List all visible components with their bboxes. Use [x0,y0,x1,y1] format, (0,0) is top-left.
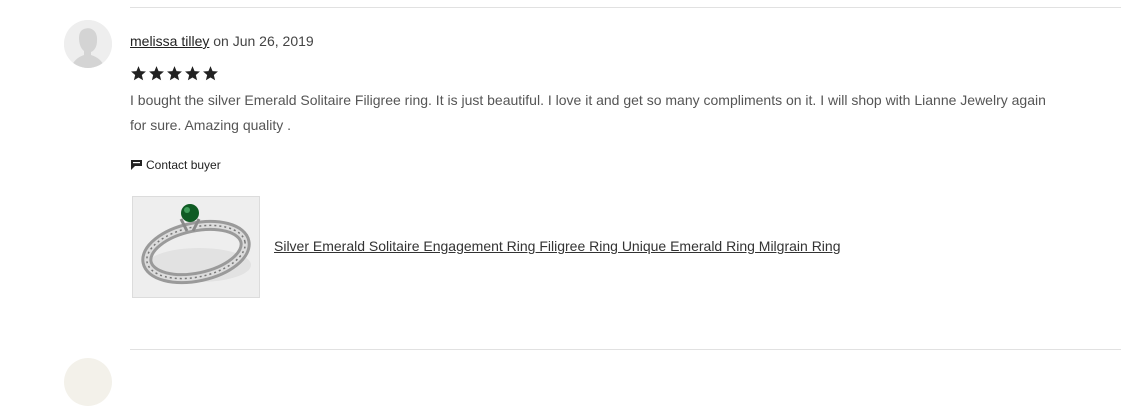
review-body: I bought the silver Emerald Solitaire Fi… [130,92,1046,133]
star-icon [185,66,200,81]
star-icon [167,66,182,81]
product-title-link[interactable]: Silver Emerald Solitaire Engagement Ring… [274,238,840,254]
ring-product-image [133,197,259,297]
next-reviewer-avatar[interactable] [64,358,112,406]
contact-buyer-link[interactable]: Contact buyer [130,158,221,172]
review-date-prefix: on [213,33,229,49]
review-meta: melissa tilley on Jun 26, 2019 [130,33,314,49]
star-icon [149,66,164,81]
product-thumbnail[interactable] [132,196,260,298]
reviewer-name-link[interactable]: melissa tilley [130,33,209,49]
star-icon [131,66,146,81]
review-divider-top [130,7,1121,8]
review-date: Jun 26, 2019 [232,33,314,49]
default-user-silhouette-icon [64,20,112,68]
review-divider-bottom [130,349,1121,350]
reviewer-avatar[interactable] [64,20,112,68]
contact-buyer-label: Contact buyer [146,158,221,172]
star-rating [130,64,219,83]
chat-flag-icon [131,160,142,170]
star-icon [203,66,218,81]
